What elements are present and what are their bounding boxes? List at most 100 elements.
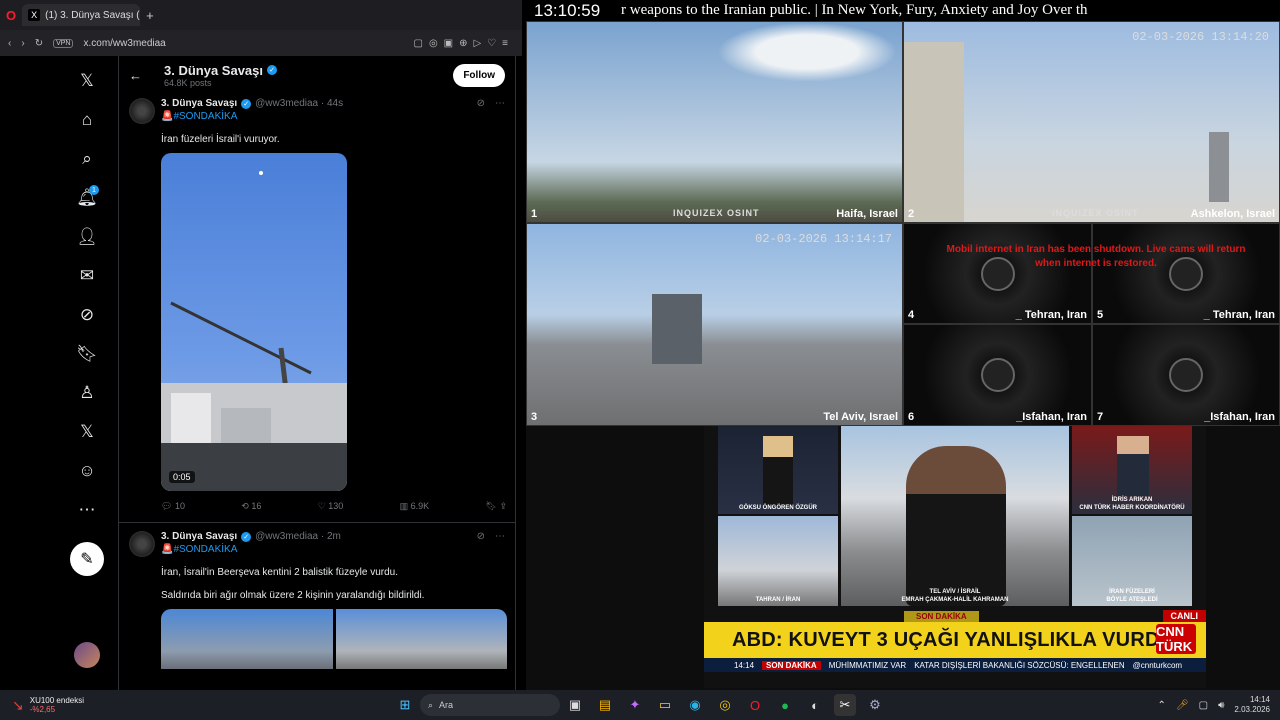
- author-avatar[interactable]: [129, 98, 155, 124]
- store-icon[interactable]: ▤: [594, 694, 616, 716]
- chevron-up-icon[interactable]: ⌃: [1158, 700, 1166, 711]
- forward-icon[interactable]: ›: [21, 38, 24, 49]
- taskbar-search[interactable]: ⌕ Ara: [420, 694, 560, 716]
- home-icon[interactable]: ⌂: [72, 105, 102, 135]
- profile-icon[interactable]: ☺: [72, 456, 102, 486]
- x-logo-icon[interactable]: 𝕏: [72, 66, 102, 96]
- cam-label: Haifa, Israel: [836, 208, 898, 220]
- tab-x[interactable]: X (1) 3. Dünya Savaşı (@ww ×: [22, 4, 141, 26]
- cnn-turk-broadcast: GÖKSU ÖNGÖREN ÖZGÜR İDRİS ARIKAN CNN TÜR…: [704, 426, 1206, 688]
- offline-disc-icon: [980, 358, 1015, 392]
- grok-icon[interactable]: ⊘: [72, 300, 102, 330]
- tweet-actions: 💬︎ 10 ⟲ 16 ♡ 130 ▥ 6.9K 🔖︎ ⇪: [161, 491, 507, 522]
- volume-icon[interactable]: 🔊︎: [1218, 700, 1224, 711]
- author-handle[interactable]: @ww3mediaa · 2m: [255, 531, 341, 542]
- toolbar-icons[interactable]: ▢◎▣⊕▷♡≡: [414, 38, 515, 49]
- clock-date[interactable]: 2.03.2026: [1234, 705, 1270, 715]
- cam-watermark: INQUIZEX OSINT: [673, 208, 760, 218]
- github-icon[interactable]: ◐: [804, 694, 826, 716]
- profile-timeline: ← 3. Dünya Savaşı ✓ 64.8K posts Follow 3…: [118, 56, 516, 690]
- opera-icon[interactable]: O: [744, 694, 766, 716]
- grok-icon[interactable]: ⊘: [477, 531, 485, 542]
- copilot-icon[interactable]: ✦: [624, 694, 646, 716]
- smoke-image[interactable]: [161, 609, 333, 669]
- grok-icon[interactable]: ⊘: [477, 98, 485, 109]
- bookmark-share[interactable]: 🔖︎ ⇪: [486, 501, 507, 512]
- premium-icon[interactable]: 𝕏: [72, 417, 102, 447]
- notifications-icon[interactable]: 🔔︎ 1: [72, 183, 102, 213]
- new-tab-icon[interactable]: +: [146, 8, 154, 23]
- tweet-text: İran, İsrail'in Beerşeva kentini 2 balis…: [161, 567, 399, 578]
- reporter-figure: [906, 446, 1006, 606]
- url-field[interactable]: x.com/ww3mediaa: [83, 38, 403, 49]
- more-icon[interactable]: ⋯: [495, 531, 505, 542]
- chart-down-icon: ↘: [12, 696, 24, 713]
- pane-guest: İDRİS ARIKAN CNN TÜRK HABER KOORDİNATÖRÜ: [1072, 426, 1192, 514]
- display-icon[interactable]: ▢: [1199, 700, 1208, 711]
- account-avatar[interactable]: [74, 642, 100, 668]
- task-view-icon[interactable]: ▣: [564, 694, 586, 716]
- more-icon[interactable]: ⋯: [495, 98, 505, 109]
- back-icon[interactable]: ‹: [8, 38, 11, 49]
- tweet-text: İran füzeleri İsrail'i vuruyor.: [161, 134, 280, 145]
- bookmarks-icon[interactable]: 🔖︎: [72, 339, 102, 369]
- system-tray[interactable]: ⌃ 🎤︎ ▢ 🔊︎ 14:14 2.03.2026: [1158, 695, 1280, 715]
- reload-icon[interactable]: ↻: [35, 38, 43, 49]
- author-name[interactable]: 3. Dünya Savaşı: [161, 98, 237, 109]
- search-icon: ⌕: [428, 699, 434, 710]
- author-avatar[interactable]: [129, 531, 155, 557]
- like-button[interactable]: ♡ 130: [318, 501, 344, 512]
- reply-button[interactable]: 💬︎ 10: [161, 501, 185, 512]
- view-count: 6.9K: [410, 501, 430, 511]
- internet-shutdown-notice: Mobil internet in Iran has been shutdown…: [946, 244, 1246, 269]
- settings-icon[interactable]: ⚙: [864, 694, 886, 716]
- post-button[interactable]: ✎: [70, 542, 104, 576]
- follow-button[interactable]: Follow: [453, 63, 505, 87]
- windows-taskbar: ↘ XU100 endeksi -%2,65 ⊞ ⌕ Ara ▣ ▤ ✦ ▭ ◉…: [0, 690, 1280, 720]
- vpn-badge[interactable]: VPN: [53, 38, 74, 48]
- author-name[interactable]: 3. Dünya Savaşı: [161, 531, 237, 542]
- cnn-turk-logo: CNN TÜRK: [1156, 624, 1196, 654]
- cam-number: 1: [531, 208, 538, 220]
- author-handle[interactable]: @ww3mediaa · 44s: [255, 98, 343, 109]
- chrome-icon[interactable]: ◎: [714, 694, 736, 716]
- clock-time[interactable]: 14:14: [1234, 695, 1270, 705]
- news-crawl: 14:14 SON DAKİKA MÜHİMMATIMIZ VAR KATAR …: [704, 658, 1206, 672]
- cam-label: _ Tehran, Iran: [1015, 309, 1087, 321]
- tweet-images[interactable]: [161, 609, 507, 669]
- repost-button[interactable]: ⟲ 16: [241, 501, 261, 512]
- cam-number: 2: [908, 208, 915, 220]
- spotify-icon[interactable]: ●: [774, 694, 796, 716]
- more-icon[interactable]: ⋯: [72, 495, 102, 525]
- search-icon[interactable]: ⌕: [72, 144, 102, 174]
- follow-icon[interactable]: 👤︎: [72, 222, 102, 252]
- stock-widget[interactable]: ↘ XU100 endeksi -%2,65: [0, 696, 360, 714]
- son-dakika-tab: SON DAKİKA: [904, 611, 979, 622]
- windows-start-icon[interactable]: ⊞: [394, 694, 416, 716]
- cam-label: _ Tehran, Iran: [1203, 309, 1275, 321]
- tweet[interactable]: 3. Dünya Savaşı ✓ @ww3mediaa · 44s ⊘ ⋯ 🚨#…: [119, 94, 515, 523]
- hashtag[interactable]: 🚨#SONDAKİKA: [161, 111, 505, 122]
- capcut-icon[interactable]: ✂: [834, 694, 856, 716]
- guest-figure: [1117, 436, 1149, 496]
- widget-title: XU100 endeksi: [29, 696, 84, 705]
- building-left: [904, 42, 964, 222]
- smoke-image-2[interactable]: [335, 609, 507, 669]
- crawl-label: SON DAKİKA: [762, 660, 821, 670]
- hashtag[interactable]: 🚨#SONDAKİKA: [161, 544, 505, 555]
- edge-icon[interactable]: ◉: [684, 694, 706, 716]
- tweet-video[interactable]: 0:05: [161, 153, 347, 491]
- messages-icon[interactable]: ✉: [72, 261, 102, 291]
- views-button[interactable]: ▥ 6.9K: [400, 501, 430, 512]
- pane-caption: İRAN FÜZELERİ BÖYLE ATEŞLEDİ: [1106, 589, 1158, 603]
- back-arrow-icon[interactable]: ←: [129, 68, 142, 83]
- cam-number: 4: [908, 309, 915, 321]
- cam-tehran-2: 5 _ Tehran, Iran: [1092, 223, 1280, 324]
- file-explorer-icon[interactable]: ▭: [654, 694, 676, 716]
- opera-icon[interactable]: O: [6, 8, 16, 23]
- cam-number: 5: [1097, 309, 1104, 321]
- tweet[interactable]: 3. Dünya Savaşı ✓ @ww3mediaa · 2m ⊘ ⋯ 🚨#S…: [119, 523, 515, 669]
- pane-caption: İDRİS ARIKAN CNN TÜRK HABER KOORDİNATÖRÜ: [1079, 497, 1185, 511]
- jobs-icon[interactable]: ♙: [72, 378, 102, 408]
- mic-icon[interactable]: 🎤︎: [1176, 700, 1189, 711]
